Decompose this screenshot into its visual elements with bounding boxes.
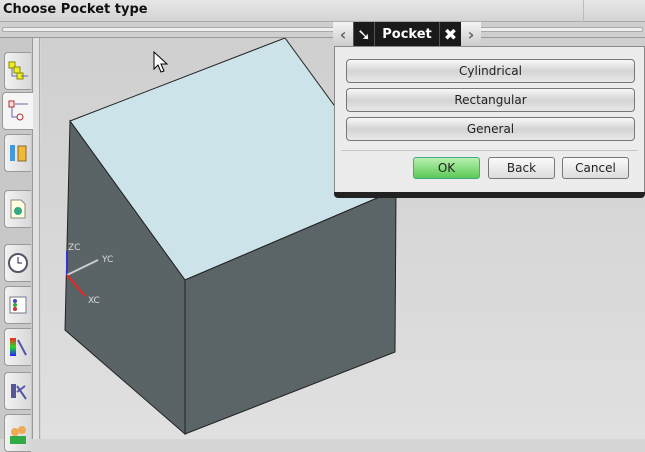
web-browser-icon	[10, 199, 26, 219]
reset-arrow-icon[interactable]: ➘	[353, 22, 374, 46]
part-navigator-tab[interactable]	[2, 92, 33, 130]
roles-tab[interactable]	[4, 414, 31, 452]
clock-icon	[8, 253, 28, 273]
part-navigator-icon	[8, 100, 28, 121]
assembly-navigator-icon	[8, 61, 28, 80]
collapse-left-icon[interactable]: ‹	[333, 22, 353, 46]
dialog-body: Cylindrical Rectangular General OK Back …	[334, 46, 645, 194]
rectangular-button[interactable]: Rectangular	[346, 88, 635, 112]
roles-manager-tab[interactable]	[4, 372, 31, 410]
cylindrical-button[interactable]: Cylindrical	[346, 59, 635, 83]
resource-bar	[0, 38, 33, 452]
ok-button[interactable]: OK	[413, 157, 480, 179]
close-icon[interactable]: ✖	[439, 22, 461, 46]
system-materials-tab[interactable]	[4, 286, 31, 324]
reuse-library-tab[interactable]	[4, 134, 31, 172]
xc-label: XC	[88, 296, 100, 306]
palette-icon	[10, 338, 27, 356]
pocket-dialog: ‹ ➘ Pocket ✖ › Cylindrical Rectangular G…	[333, 22, 645, 198]
dialog-title-bar[interactable]: ‹ ➘ Pocket ✖ ›	[333, 22, 481, 46]
mouse-cursor-icon	[153, 50, 169, 73]
users-icon	[10, 426, 26, 444]
history-tab[interactable]	[4, 244, 31, 282]
dialog-bottom-edge	[334, 192, 645, 198]
roles-manager-icon	[11, 384, 27, 400]
assembly-navigator-tab[interactable]	[4, 52, 31, 90]
zc-label: ZC	[68, 243, 80, 253]
back-button[interactable]: Back	[488, 157, 555, 179]
status-separator	[583, 0, 584, 22]
dialog-title: Pocket	[374, 22, 439, 46]
cancel-button[interactable]: Cancel	[562, 157, 629, 179]
resource-bar-splitter[interactable]	[33, 38, 40, 439]
web-browser-tab[interactable]	[4, 190, 31, 228]
general-button[interactable]: General	[346, 117, 635, 141]
expand-right-icon[interactable]: ›	[461, 22, 481, 46]
cue-line: Choose Pocket type	[0, 0, 645, 22]
materials-icon	[9, 296, 27, 314]
visualization-tab[interactable]	[4, 328, 31, 366]
cue-text: Choose Pocket type	[3, 2, 148, 17]
yc-label: YC	[101, 255, 113, 265]
reuse-library-icon	[10, 145, 27, 162]
dialog-divider	[341, 150, 638, 151]
